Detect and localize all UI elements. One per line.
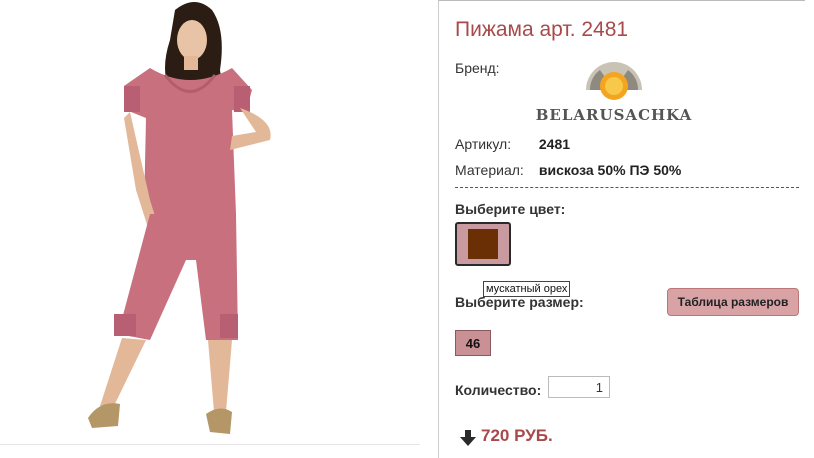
divider <box>0 444 420 445</box>
brand-logo[interactable]: BELARUSACHKA <box>534 60 694 130</box>
quantity-input[interactable] <box>548 376 610 398</box>
divider <box>439 0 805 1</box>
size-table-button[interactable]: Таблица размеров <box>667 288 799 316</box>
dashed-divider <box>455 187 799 188</box>
size-label: Выберите размер: <box>455 294 584 310</box>
brand-name: BELARUSACHKA <box>535 106 693 124</box>
product-photo[interactable] <box>0 0 412 445</box>
price: 720 РУБ. <box>481 426 553 445</box>
color-swatch-fill <box>468 229 498 259</box>
product-title: Пижама арт. 2481 <box>455 18 629 41</box>
color-swatch[interactable] <box>455 222 511 266</box>
model-illustration <box>88 2 271 434</box>
article-value: 2481 <box>538 136 571 152</box>
material-value: вискоза 50% ПЭ 50% <box>538 162 682 178</box>
material-row: Материал: вискоза 50% ПЭ 50% <box>455 162 681 178</box>
size-option-46[interactable]: 46 <box>455 330 491 356</box>
quantity-label: Количество: <box>455 382 542 398</box>
color-label: Выберите цвет: <box>455 201 566 217</box>
article-row: Артикул: 2481 <box>455 136 570 152</box>
article-label: Артикул: <box>455 136 512 152</box>
sun-logo-icon <box>586 62 642 100</box>
product-info-panel: Пижама арт. 2481 Бренд: BELARUSACHKA Арт… <box>438 0 814 458</box>
material-label: Материал: <box>455 162 524 178</box>
brand-label: Бренд: <box>455 60 500 76</box>
arrow-down-icon <box>460 430 476 446</box>
